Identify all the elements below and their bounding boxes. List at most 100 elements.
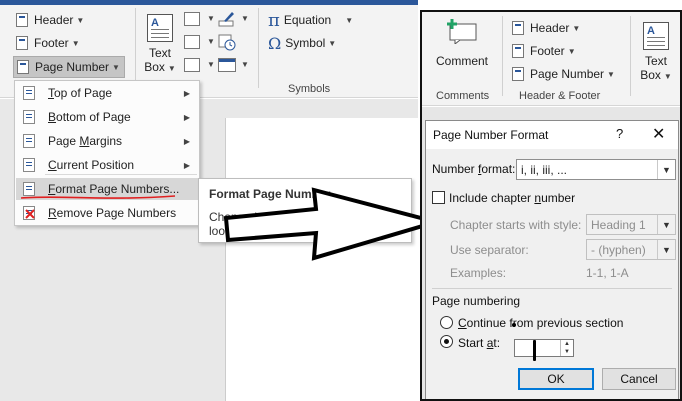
examples-value: 1-1, 1-A [586, 266, 629, 280]
chevron-down-icon[interactable]: ▼ [207, 60, 215, 69]
new-comment-icon [446, 18, 478, 46]
text-box-button[interactable]: A Text Box ▼ [142, 14, 178, 76]
pi-icon: π [268, 9, 280, 31]
menu-item-bottom-of-page[interactable]: Bottom of Page ▶ [16, 106, 198, 128]
chevron-down-icon: ▼ [657, 160, 675, 179]
footer-icon [16, 36, 28, 50]
start-at-radio[interactable] [440, 335, 453, 348]
text-box-label-1: Text [644, 54, 667, 68]
page-number-button-right[interactable]: Page Number ▼ [512, 64, 615, 84]
chapter-style-select[interactable]: Heading 1 ▼ [586, 214, 676, 235]
menu-item-remove-page-numbers[interactable]: Remove Page Numbers [16, 202, 198, 224]
page-top-icon [23, 86, 35, 100]
page-number-label: Page Number [35, 60, 110, 74]
close-button[interactable]: ✕ [652, 124, 665, 144]
spin-up-icon[interactable]: ▲ [561, 340, 573, 348]
omega-icon: Ω [268, 33, 282, 53]
chevron-right-icon: ▶ [183, 160, 190, 170]
equation-label: Equation [283, 13, 332, 27]
footer-button[interactable]: Footer ▼ [16, 33, 80, 53]
number-format-value: i, ii, iii, ... [521, 162, 568, 177]
text-box-icon: A [147, 14, 173, 42]
start-at-label: Start at: [458, 336, 501, 350]
help-button[interactable]: ? [616, 126, 623, 141]
chevron-right-icon: ▶ [183, 112, 190, 122]
chevron-down-icon[interactable]: ▼ [241, 60, 249, 69]
chevron-down-icon: ▼ [328, 38, 337, 48]
continue-radio[interactable] [440, 316, 453, 329]
chevron-down-icon[interactable]: ▼ [207, 37, 215, 46]
equation-button[interactable]: π Equation ▼ [268, 9, 353, 31]
header-footer-group-label: Header & Footer [519, 90, 601, 102]
wordart-icon[interactable] [184, 35, 200, 49]
footer-label: Footer [34, 36, 69, 50]
dialog-title: Page Number Format [433, 128, 549, 142]
chevron-down-icon: ▼ [71, 38, 80, 48]
annotation-caret-mark [533, 340, 536, 361]
chevron-down-icon: ▼ [572, 23, 581, 33]
date-time-icon[interactable] [218, 33, 236, 51]
object-icon[interactable] [218, 58, 236, 72]
number-format-select[interactable]: i, ii, iii, ... ▼ [516, 159, 676, 180]
group-divider [135, 8, 136, 88]
start-at-spinner[interactable]: ▲ ▼ [514, 339, 574, 357]
header-icon [512, 21, 524, 35]
separator-value: - (hyphen) [591, 242, 646, 257]
tooltip-title: Format Page Number [209, 187, 331, 201]
symbols-group-label: Symbols [288, 83, 331, 95]
symbol-label: Symbol [285, 36, 326, 50]
ribbon-title-strip [0, 0, 418, 5]
number-format-label: Number format: [432, 162, 516, 176]
comments-group-label: Comments [436, 90, 490, 102]
chevron-down-icon[interactable]: ▼ [207, 14, 215, 23]
chevron-down-icon[interactable]: ▼ [241, 14, 249, 23]
chevron-down-icon: ▼ [657, 215, 675, 234]
chevron-down-icon: ▼ [112, 62, 120, 72]
chevron-right-icon: ▶ [183, 136, 190, 146]
chevron-down-icon: ▼ [657, 240, 675, 259]
text-box-icon: A [643, 22, 669, 50]
text-box-label-2: Box ▼ [640, 68, 672, 82]
tooltip-body: Change how the page numbers look in the … [209, 210, 377, 238]
footer-button-right[interactable]: Footer ▼ [512, 41, 576, 61]
header-button[interactable]: Header ▼ [16, 10, 84, 30]
annotation-dot [512, 323, 516, 327]
page-numbering-label: Page numbering [432, 294, 521, 308]
page-number-button[interactable]: Page Number ▼ [13, 56, 125, 78]
chevron-down-icon: ▼ [607, 69, 615, 79]
left-word-window: Header ▼ Footer ▼ Page Number ▼ A Text B… [0, 0, 418, 401]
page-number-icon [17, 60, 29, 74]
quick-parts-icon[interactable] [184, 12, 200, 26]
chapter-style-label: Chapter starts with style: [450, 218, 582, 232]
menu-item-top-of-page[interactable]: Top of Page ▶ [16, 82, 198, 104]
symbol-button[interactable]: Ω Symbol ▼ [268, 33, 336, 53]
separator-select[interactable]: - (hyphen) ▼ [586, 239, 676, 260]
drop-cap-icon[interactable] [184, 58, 200, 72]
page-margins-icon [23, 134, 35, 148]
group-divider [258, 8, 259, 88]
include-chapter-checkbox[interactable] [432, 191, 445, 204]
header-icon [16, 13, 28, 27]
page-number-menu: Top of Page ▶ Bottom of Page ▶ Page Marg… [14, 80, 200, 226]
header-label: Header [34, 13, 74, 27]
header-button-right[interactable]: Header ▼ [512, 18, 580, 38]
red-x-icon [25, 209, 35, 219]
cancel-button[interactable]: Cancel [602, 368, 676, 390]
comment-button[interactable]: Comment [432, 54, 492, 68]
menu-item-page-margins[interactable]: Page Margins ▶ [16, 130, 198, 152]
ok-button[interactable]: OK [518, 368, 594, 390]
menu-divider [45, 174, 197, 175]
separator-label: Use separator: [450, 243, 529, 257]
document-page [225, 118, 418, 401]
menu-item-current-position[interactable]: Current Position ▶ [16, 154, 198, 176]
spinner-arrows[interactable]: ▲ ▼ [560, 340, 573, 356]
signature-line-icon[interactable] [218, 10, 236, 28]
chapter-style-value: Heading 1 [591, 217, 646, 232]
text-box-button-right[interactable]: A Text Box ▼ [638, 22, 674, 84]
footer-icon [512, 44, 524, 58]
chevron-right-icon: ▶ [183, 88, 190, 98]
page-number-label: Page Number [530, 67, 605, 81]
spin-down-icon[interactable]: ▼ [561, 348, 573, 356]
tooltip: Format Page Number Change how the page n… [198, 178, 412, 243]
chevron-down-icon: ▼ [76, 15, 85, 25]
